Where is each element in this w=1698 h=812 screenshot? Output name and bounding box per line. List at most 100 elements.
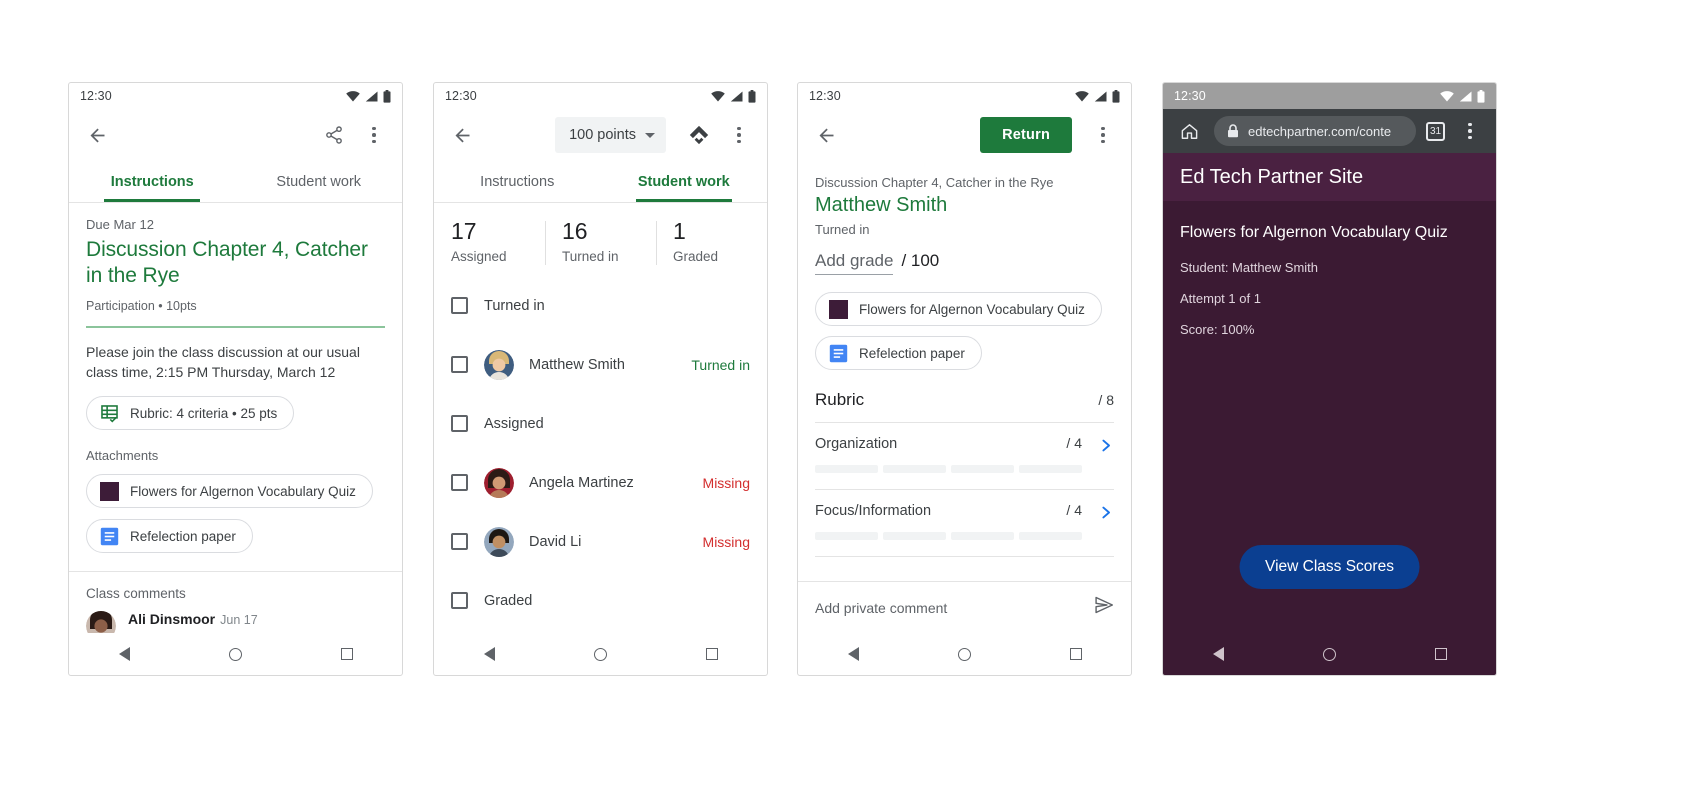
table-row[interactable]: Angela Martinez Missing [434,453,767,512]
private-comment-input[interactable]: Add private comment [815,600,947,616]
battery-icon [748,89,756,103]
group-row-graded[interactable]: Graded [434,571,767,630]
grading-body: Discussion Chapter 4, Catcher in the Rye… [798,161,1131,633]
more-options-icon[interactable] [1088,120,1118,150]
view-class-scores-button[interactable]: View Class Scores [1239,545,1420,589]
back-arrow-icon[interactable] [811,120,841,150]
assignment-name: Discussion Chapter 4, Catcher in the Rye [815,175,1054,190]
rubric-criterion[interactable]: Focus/Information / 4 [815,490,1114,540]
screenshot-stage: 12:30 Instructions Student work Due Mar … [0,0,1698,812]
checkbox[interactable] [451,533,468,551]
avatar [484,349,514,380]
quiz-title: Flowers for Algernon Vocabulary Quiz [1180,224,1448,241]
student-name: Angela Martinez [529,474,634,491]
nav-recents-icon[interactable] [1434,648,1447,660]
more-options-icon[interactable] [1455,116,1485,146]
address-bar[interactable]: edtechpartner.com/conte [1214,116,1416,146]
nav-back-icon[interactable] [118,647,130,661]
nav-home-icon[interactable] [957,647,971,661]
attachment-quiz[interactable]: Flowers for Algernon Vocabulary Quiz [86,474,373,509]
more-options-icon[interactable] [724,120,754,150]
nav-back-icon[interactable] [847,647,859,661]
chevron-right-icon[interactable] [1097,437,1114,459]
checkbox[interactable] [451,474,468,492]
attachment-doc-label: Refelection paper [130,528,236,544]
status-icons [346,89,391,103]
status-badge: Missing [702,474,750,491]
stat-assigned[interactable]: 17 Assigned [434,218,545,264]
phone-grading: 12:30 Return Discussion Chapter 4, Catch… [797,82,1132,676]
avatar [484,467,514,498]
stat-turned-in[interactable]: 16 Turned in [545,218,656,266]
table-row[interactable]: David Li Missing [434,512,767,571]
nav-back-icon[interactable] [483,647,495,661]
back-arrow-icon[interactable] [82,120,112,150]
back-arrow-icon[interactable] [447,120,477,150]
android-nav-bar [434,633,767,675]
criterion-levels [815,465,1114,473]
google-classroom-icon[interactable] [684,120,714,150]
summary-stats: 17 Assigned 16 Turned in 1 Graded [434,203,767,276]
attachment-quiz-label: Flowers for Algernon Vocabulary Quiz [130,483,356,499]
nav-recents-icon[interactable] [705,648,718,660]
phone-browser: 12:30 edtechpartner.com/conte 31 Ed Tech… [1162,82,1497,676]
browser-toolbar: edtechpartner.com/conte 31 [1163,109,1496,153]
due-date: Due Mar 12 [86,217,154,232]
attachment-quiz[interactable]: Flowers for Algernon Vocabulary Quiz [815,292,1102,326]
group-row-turned-in[interactable]: Turned in [434,276,767,335]
more-options-icon[interactable] [359,120,389,150]
grade-input[interactable]: Add grade [815,251,894,275]
nav-back-icon[interactable] [1212,647,1224,661]
rubric-chip[interactable]: Rubric: 4 criteria • 25 pts [86,396,295,431]
rubric-icon [101,404,118,423]
share-icon[interactable] [319,120,349,150]
home-icon[interactable] [1174,116,1204,146]
quiz-attempt: Attempt 1 of 1 [1180,290,1261,306]
send-icon[interactable] [1094,595,1114,620]
signal-icon [365,91,378,101]
checkbox[interactable] [451,297,468,315]
android-nav-bar [69,633,402,675]
tab-student-work[interactable]: Student work [601,161,768,202]
attachments-label: Attachments [86,448,159,464]
group-label: Assigned [484,415,544,432]
android-nav-bar [1163,633,1496,675]
nav-home-icon[interactable] [593,647,607,661]
battery-icon [1112,89,1120,103]
purple-square-icon [829,299,848,319]
app-bar [69,109,402,161]
student-name: David Li [529,533,582,550]
checkbox[interactable] [451,356,468,374]
return-button[interactable]: Return [980,117,1072,153]
tab-instructions[interactable]: Instructions [69,161,236,202]
points-selector[interactable]: 100 points [555,117,666,153]
stat-label: Graded [673,249,719,265]
nav-recents-icon[interactable] [340,648,353,660]
nav-home-icon[interactable] [228,647,242,661]
table-row[interactable]: Matthew Smith Turned in [434,335,767,394]
tab-student-work[interactable]: Student work [236,161,403,202]
url-text: edtechpartner.com/conte [1248,123,1392,139]
site-content: Flowers for Algernon Vocabulary Quiz Stu… [1163,201,1496,633]
tab-instructions[interactable]: Instructions [434,161,601,202]
comment-author: Ali Dinsmoor [128,611,216,628]
private-comment-bar[interactable]: Add private comment [798,581,1131,633]
nav-recents-icon[interactable] [1069,648,1082,660]
group-row-assigned[interactable]: Assigned [434,394,767,453]
nav-home-icon[interactable] [1322,647,1336,661]
chevron-right-icon[interactable] [1097,504,1114,526]
avatar [484,526,514,557]
wifi-icon [711,90,725,101]
attachment-doc[interactable]: Refelection paper [815,336,982,370]
grade-entry[interactable]: Add grade / 100 [815,251,1114,275]
tab-count-button[interactable]: 31 [1426,121,1445,141]
comment-text: Don't forget to look at the rubric, all! [128,631,349,633]
lock-icon [1228,124,1238,138]
attachment-doc[interactable]: Refelection paper [86,519,253,554]
stat-graded[interactable]: 1 Graded [656,218,767,266]
checkbox[interactable] [451,415,468,433]
rubric-title: Rubric [815,390,865,409]
tab-bar: Instructions Student work [434,161,767,203]
checkbox[interactable] [451,592,468,610]
rubric-criterion[interactable]: Organization / 4 [815,423,1114,473]
